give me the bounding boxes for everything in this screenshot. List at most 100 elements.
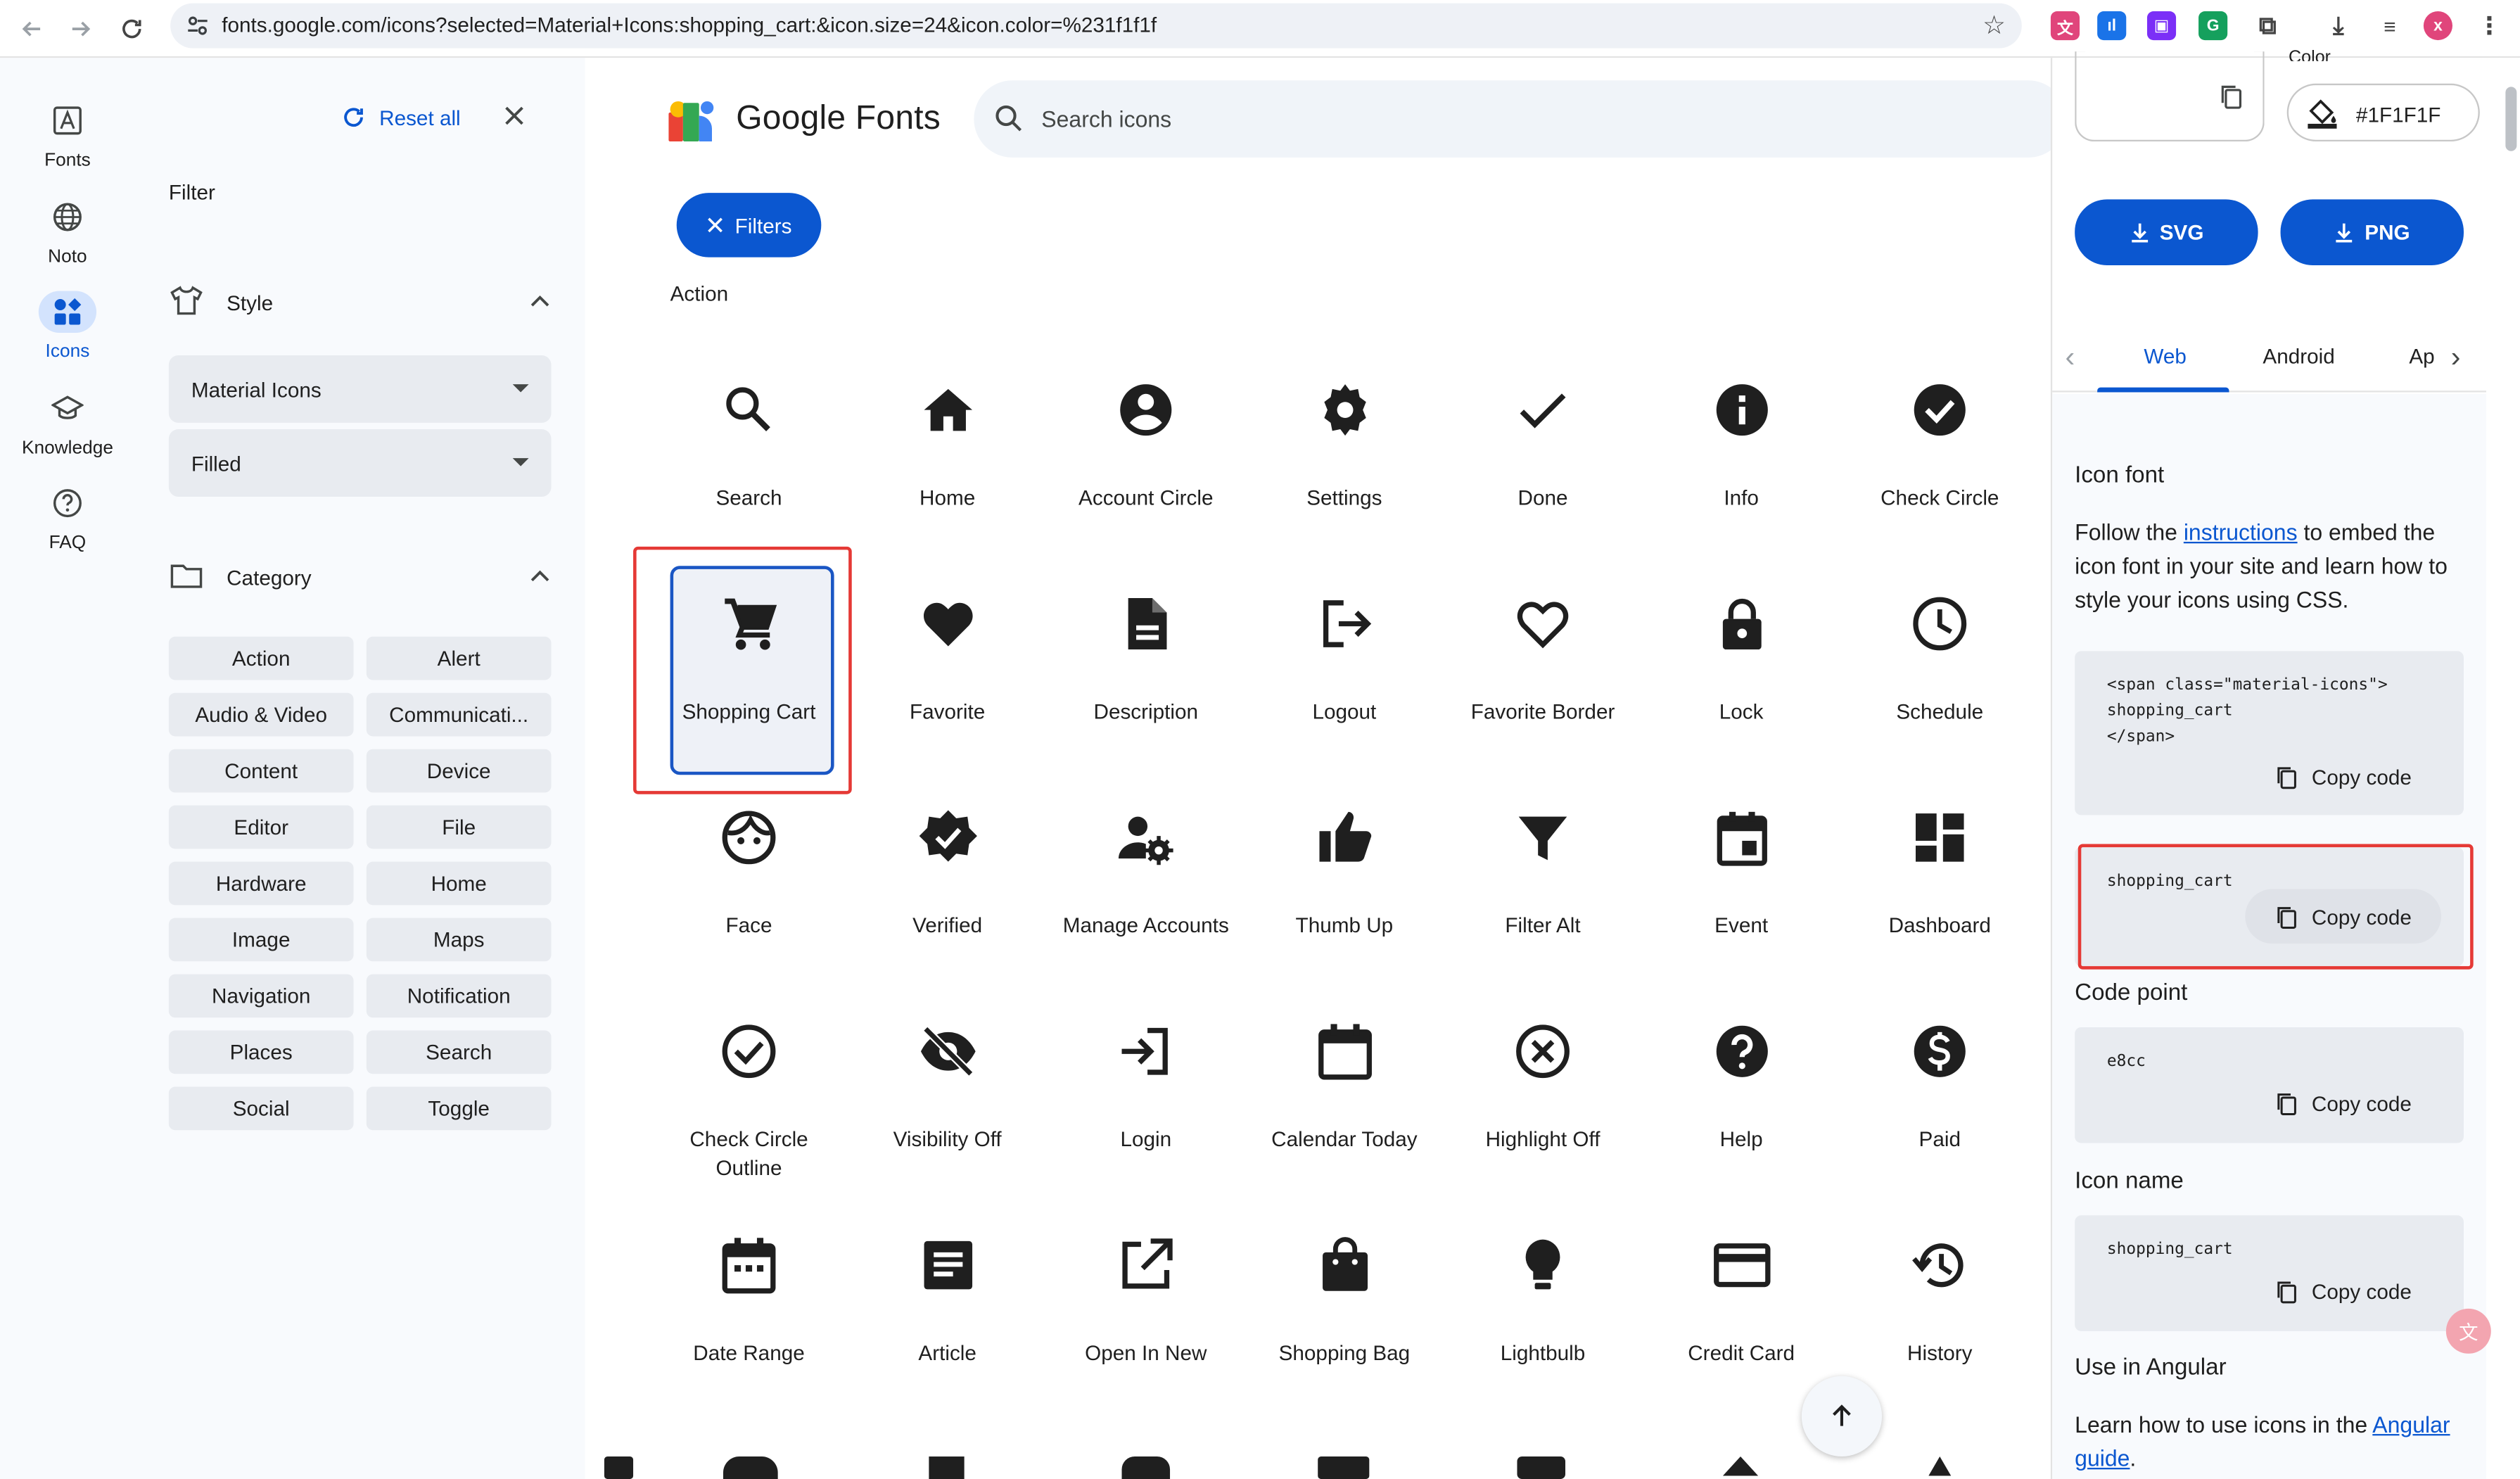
category-chip[interactable]: Action	[168, 636, 354, 680]
back-icon[interactable]	[13, 10, 51, 49]
site-settings-icon[interactable]	[183, 11, 212, 40]
category-chip[interactable]: Social	[168, 1086, 354, 1131]
category-chip[interactable]: Hardware	[168, 861, 354, 906]
category-chip[interactable]: Device	[366, 749, 552, 793]
icon-tile-shopping-bag[interactable]: Shopping Bag	[1245, 1212, 1443, 1426]
icon-tile-favorite[interactable]: Favorite	[848, 571, 1046, 785]
icon-tile-open-in-new[interactable]: Open In New	[1046, 1212, 1245, 1426]
icon-tile-help[interactable]: Help	[1642, 998, 1840, 1212]
icon-tile-label: Search	[715, 485, 782, 510]
downloads-icon[interactable]: ⤓	[2324, 11, 2353, 40]
chevron-right-icon[interactable]: ›	[2451, 341, 2477, 373]
translate-bubble-icon[interactable]: 文	[2445, 1308, 2491, 1354]
category-chip[interactable]: Alert	[366, 636, 552, 680]
chevron-left-icon[interactable]: ‹	[2065, 341, 2091, 373]
category-chip[interactable]: Communicati...	[366, 692, 552, 737]
icon-tile-highlight-off[interactable]: Highlight Off	[1443, 998, 1641, 1212]
bookmark-star-icon[interactable]: ☆	[1983, 10, 2006, 42]
media-control-icon[interactable]: ≡	[2375, 11, 2404, 40]
rail-item-fonts[interactable]: Fonts	[0, 100, 135, 190]
tab-apple[interactable]: Ap	[2409, 344, 2434, 368]
category-chip[interactable]: Audio & Video	[168, 692, 354, 737]
icon-tile-description[interactable]: Description	[1046, 571, 1245, 785]
category-chip[interactable]: Image	[168, 918, 354, 962]
icon-tile-home[interactable]: Home	[848, 357, 1046, 571]
category-chip[interactable]: Home	[366, 861, 552, 906]
icon-tile-account-circle[interactable]: Account Circle	[1046, 357, 1245, 571]
translate-extension-icon[interactable]: 文	[2050, 11, 2080, 41]
forward-icon[interactable]	[61, 10, 100, 49]
panel-scrollbar[interactable]	[2502, 58, 2520, 1479]
rail-item-knowledge[interactable]: Knowledge	[0, 388, 135, 478]
icon-tile-manage-accounts[interactable]: Manage Accounts	[1046, 785, 1245, 998]
icon-tile-thumb-up[interactable]: Thumb Up	[1245, 785, 1443, 998]
copy-code-button[interactable]: Copy code	[2245, 1264, 2441, 1319]
copy-icon[interactable]	[2217, 84, 2244, 110]
icon-tile-article[interactable]: Article	[848, 1212, 1046, 1426]
category-chip[interactable]: File	[366, 805, 552, 849]
icon-tile-filter-alt[interactable]: Filter Alt	[1443, 785, 1641, 998]
extensions-puzzle-icon[interactable]: ⧉	[2253, 11, 2282, 40]
icon-set-select[interactable]: Material Icons	[168, 355, 552, 423]
download-svg-button[interactable]: SVG	[2075, 199, 2258, 265]
category-chip[interactable]: Content	[168, 749, 354, 793]
copy-code-button[interactable]: Copy code	[2245, 1076, 2441, 1131]
brand-name[interactable]: Google Fonts	[736, 100, 941, 139]
icon-tile-face[interactable]: Face	[649, 785, 848, 998]
copy-code-button[interactable]: Copy code	[2245, 749, 2441, 804]
icon-tile-search[interactable]: Search	[649, 357, 848, 571]
icon-tile-calendar-today[interactable]: Calendar Today	[1245, 998, 1443, 1212]
icon-tile-date-range[interactable]: Date Range	[649, 1212, 848, 1426]
category-chip[interactable]: Search	[366, 1030, 552, 1074]
main-content: Google Fonts Search icons Filters Action…	[585, 58, 2067, 1479]
icon-tile-schedule[interactable]: Schedule	[1840, 571, 2039, 785]
close-filter-icon[interactable]	[502, 103, 534, 135]
icon-tile-visibility-off[interactable]: Visibility Off	[848, 998, 1046, 1212]
download-png-button[interactable]: PNG	[2280, 199, 2464, 265]
scroll-to-top-button[interactable]	[1801, 1376, 1883, 1457]
icon-tile-paid[interactable]: Paid	[1840, 998, 2039, 1212]
category-chip[interactable]: Editor	[168, 805, 354, 849]
reload-icon[interactable]	[113, 10, 151, 49]
icon-tile-favorite-border[interactable]: Favorite Border	[1443, 571, 1641, 785]
scrollbar-thumb[interactable]	[2505, 87, 2517, 151]
category-chip[interactable]: Navigation	[168, 974, 354, 1018]
icon-tile-dashboard[interactable]: Dashboard	[1840, 785, 2039, 998]
style-section-header[interactable]: Style	[169, 283, 554, 322]
variant-select[interactable]: Filled	[168, 429, 552, 497]
address-bar[interactable]: fonts.google.com/icons?selected=Material…	[170, 3, 2022, 49]
icon-tile-verified[interactable]: Verified	[848, 785, 1046, 998]
category-chip[interactable]: Maps	[366, 918, 552, 962]
icon-tile-done[interactable]: Done	[1443, 357, 1641, 571]
analytics-extension-icon[interactable]: ıl	[2097, 11, 2127, 41]
icon-tile-lightbulb[interactable]: Lightbulb	[1443, 1212, 1641, 1426]
reset-all-button[interactable]: Reset all	[341, 105, 461, 131]
icon-tile-event[interactable]: Event	[1642, 785, 1840, 998]
tab-android[interactable]: Android	[2263, 344, 2334, 368]
instructions-link[interactable]: instructions	[2184, 519, 2298, 545]
color-picker-field[interactable]: #1F1F1F	[2286, 83, 2480, 142]
rail-item-icons[interactable]: Icons	[0, 291, 135, 381]
category-chip[interactable]: Places	[168, 1030, 354, 1074]
icon-tile-lock[interactable]: Lock	[1642, 571, 1840, 785]
icon-tile-check-circle-outline[interactable]: Check Circle Outline	[649, 998, 848, 1212]
icon-tile-check-circle[interactable]: Check Circle	[1840, 357, 2039, 571]
rail-item-noto[interactable]: Noto	[0, 196, 135, 286]
filters-toggle-button[interactable]: Filters	[676, 193, 822, 258]
icon-tile-settings[interactable]: Settings	[1245, 357, 1443, 571]
search-input[interactable]: Search icons	[974, 80, 2067, 158]
twitch-extension-icon[interactable]: ▣	[2146, 11, 2177, 41]
icon-tile-info[interactable]: Info	[1642, 357, 1840, 571]
category-chip[interactable]: Toggle	[366, 1086, 552, 1131]
grammarly-extension-icon[interactable]: G	[2198, 11, 2228, 41]
category-section-header[interactable]: Category	[169, 558, 554, 597]
category-title: Action	[670, 281, 729, 306]
browser-menu-icon[interactable]: ⋮	[2475, 11, 2504, 40]
rail-item-faq[interactable]: FAQ	[0, 482, 135, 572]
icon-tile-login[interactable]: Login	[1046, 998, 1245, 1212]
google-fonts-logo[interactable]	[668, 100, 717, 142]
icon-tile-logout[interactable]: Logout	[1245, 571, 1443, 785]
category-chip[interactable]: Notification	[366, 974, 552, 1018]
tab-web[interactable]: Web	[2144, 344, 2187, 368]
profile-avatar[interactable]: x	[2423, 11, 2452, 41]
